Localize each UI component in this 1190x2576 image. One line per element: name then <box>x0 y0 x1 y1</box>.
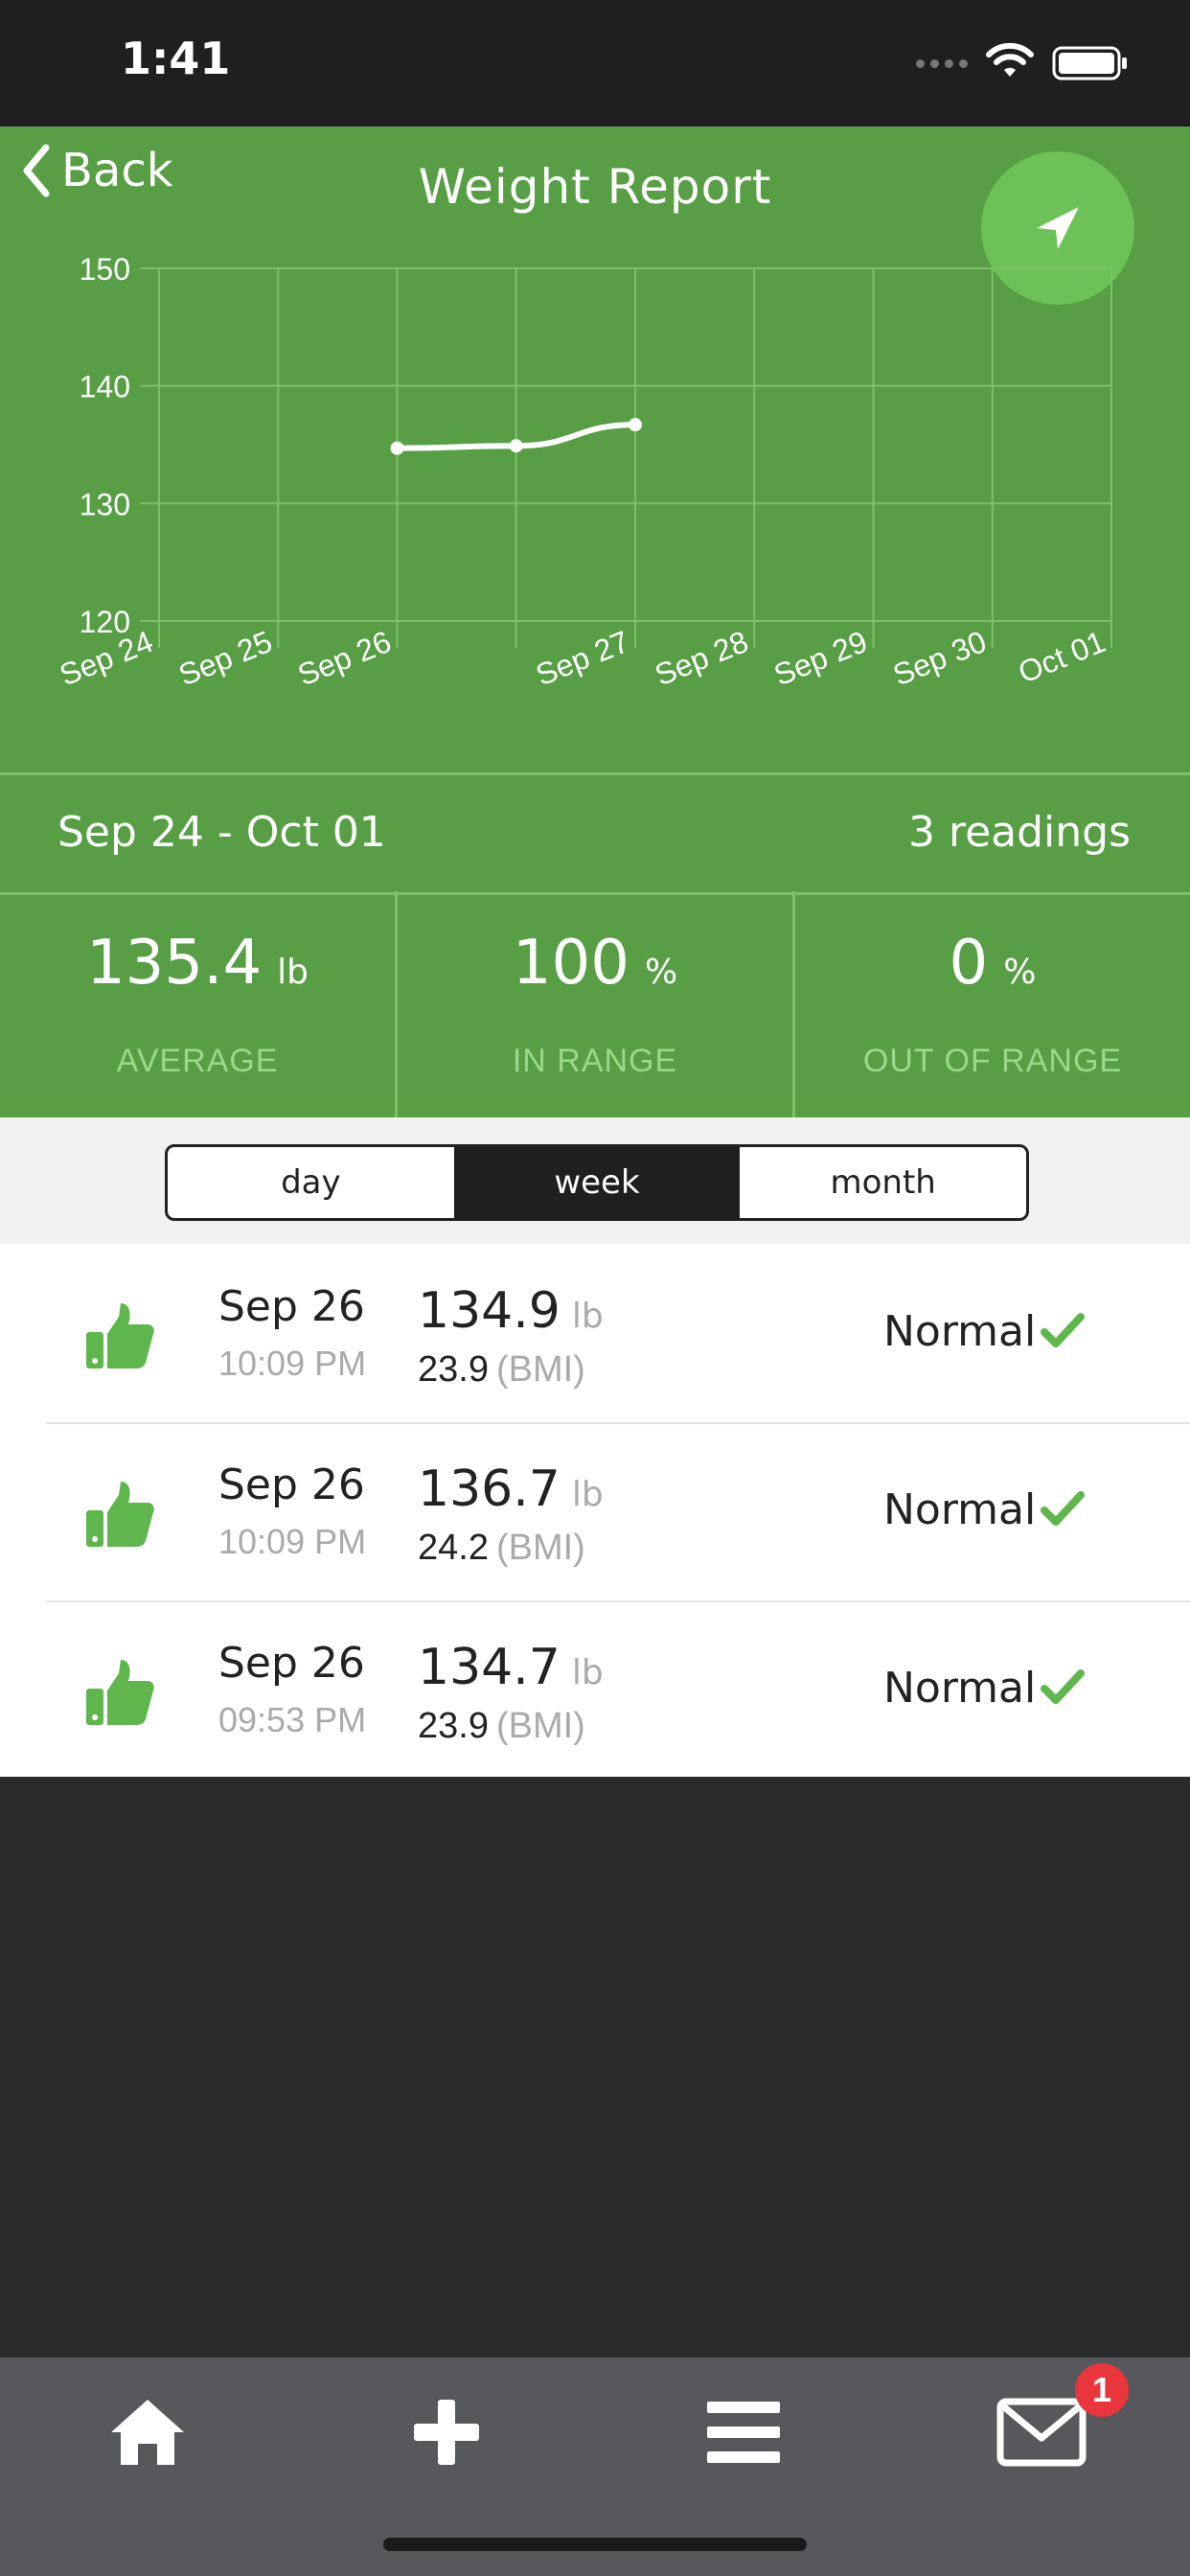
thumbs-up-icon <box>86 1303 154 1368</box>
segment-month[interactable]: month <box>740 1147 1026 1218</box>
list-item[interactable]: Sep 26 10:09 PM 136.7 lb 24.2 (BMI) Normal <box>0 1422 1190 1600</box>
segment-day[interactable]: day <box>168 1147 454 1218</box>
battery-icon <box>1052 46 1127 80</box>
empty-area <box>0 1777 1190 2358</box>
data-point <box>509 439 523 453</box>
x-tick-label: Oct 01 <box>1014 624 1110 690</box>
stat-out-of-range: 0% OUT OF RANGE <box>795 891 1190 1117</box>
in-range-value: 100 <box>512 928 629 999</box>
home-icon[interactable] <box>107 2396 188 2469</box>
segment-week[interactable]: week <box>453 1147 741 1218</box>
list-item[interactable]: Sep 26 10:09 PM 134.9 lb 23.9 (BMI) Normal <box>0 1244 1190 1422</box>
reading-bmi: 23.9 <box>418 1349 489 1390</box>
readings-list: Sep 26 10:09 PM 134.9 lb 23.9 (BMI) Normal… <box>0 1244 1190 1777</box>
reading-weight: 134.7 <box>418 1639 561 1696</box>
data-point <box>390 441 404 455</box>
out-of-range-unit: % <box>1003 953 1037 992</box>
status-bar: 1:41 <box>0 0 1190 126</box>
reading-time: 09:53 PM <box>218 1700 367 1739</box>
reading-bmi: 23.9 <box>418 1706 489 1746</box>
weight-chart: 120130140150Sep 24 Sep 25 Sep 26 Sep 27 Sep … <box>55 252 1112 692</box>
x-tick-label: Sep 27 <box>531 624 634 692</box>
reading-status: Normal <box>883 1664 1037 1713</box>
readings-count: 3 readings <box>907 808 1131 857</box>
bmi-unit: (BMI) <box>495 1706 585 1746</box>
reading-date: Sep 26 <box>218 1639 365 1688</box>
y-tick-label: 150 <box>80 252 130 287</box>
out-of-range-value: 0 <box>949 928 989 999</box>
data-point <box>629 418 642 432</box>
signal-icon <box>916 59 968 68</box>
reading-date: Sep 26 <box>218 1460 365 1509</box>
thumbs-up-icon <box>86 1660 154 1725</box>
reading-weight: 136.7 <box>418 1460 561 1518</box>
x-tick-label: Sep 28 <box>650 624 753 692</box>
in-range-label: IN RANGE <box>512 1043 678 1079</box>
x-tick-label: Sep 25 <box>173 624 277 692</box>
plus-icon[interactable] <box>410 2396 483 2469</box>
x-tick-label: Sep 29 <box>769 624 873 692</box>
period-segmented-control: day week month <box>165 1144 1029 1221</box>
mail-badge: 1 <box>1075 2363 1129 2417</box>
bmi-unit: (BMI) <box>495 1528 585 1568</box>
reading-date: Sep 26 <box>218 1282 365 1331</box>
period-selector-area: day week month <box>0 1117 1190 1244</box>
home-indicator <box>383 2538 807 2551</box>
check-icon <box>1041 1669 1085 1704</box>
check-icon <box>1041 1491 1085 1526</box>
reading-bmi: 24.2 <box>418 1528 489 1568</box>
reading-weight: 134.9 <box>418 1282 561 1340</box>
list-item[interactable]: Sep 26 09:53 PM 134.7 lb 23.9 (BMI) Normal <box>0 1600 1190 1779</box>
stats-row: 135.4 lb AVERAGE 100% IN RANGE 0% OUT OF … <box>0 891 1190 1117</box>
weight-unit: lb <box>571 1653 604 1692</box>
in-range-unit: % <box>644 953 678 992</box>
y-tick-label: 130 <box>80 487 130 521</box>
bmi-unit: (BMI) <box>495 1349 585 1390</box>
check-icon <box>1041 1313 1085 1347</box>
range-summary: Sep 24 - Oct 01 3 readings <box>0 772 1190 895</box>
average-label: AVERAGE <box>116 1043 279 1079</box>
out-of-range-label: OUT OF RANGE <box>862 1043 1123 1079</box>
reading-time: 10:09 PM <box>218 1522 367 1561</box>
average-unit: lb <box>277 953 309 992</box>
average-value: 135.4 <box>85 928 263 999</box>
weight-unit: lb <box>571 1297 604 1336</box>
status-time: 1:41 <box>121 33 231 84</box>
x-tick-label: Sep 30 <box>888 624 992 692</box>
wifi-icon <box>986 42 1034 77</box>
x-tick-label: Sep 26 <box>293 624 397 692</box>
date-range: Sep 24 - Oct 01 <box>57 808 386 857</box>
menu-icon[interactable] <box>705 2396 782 2469</box>
reading-status: Normal <box>883 1307 1037 1356</box>
stat-average: 135.4 lb AVERAGE <box>0 891 398 1117</box>
y-tick-label: 140 <box>80 370 130 404</box>
mail-icon[interactable] <box>996 2396 1087 2469</box>
weight-unit: lb <box>571 1475 604 1514</box>
reading-time: 10:09 PM <box>218 1344 367 1383</box>
thumbs-up-icon <box>86 1482 154 1547</box>
stat-in-range: 100% IN RANGE <box>398 891 795 1117</box>
reading-status: Normal <box>883 1485 1037 1534</box>
